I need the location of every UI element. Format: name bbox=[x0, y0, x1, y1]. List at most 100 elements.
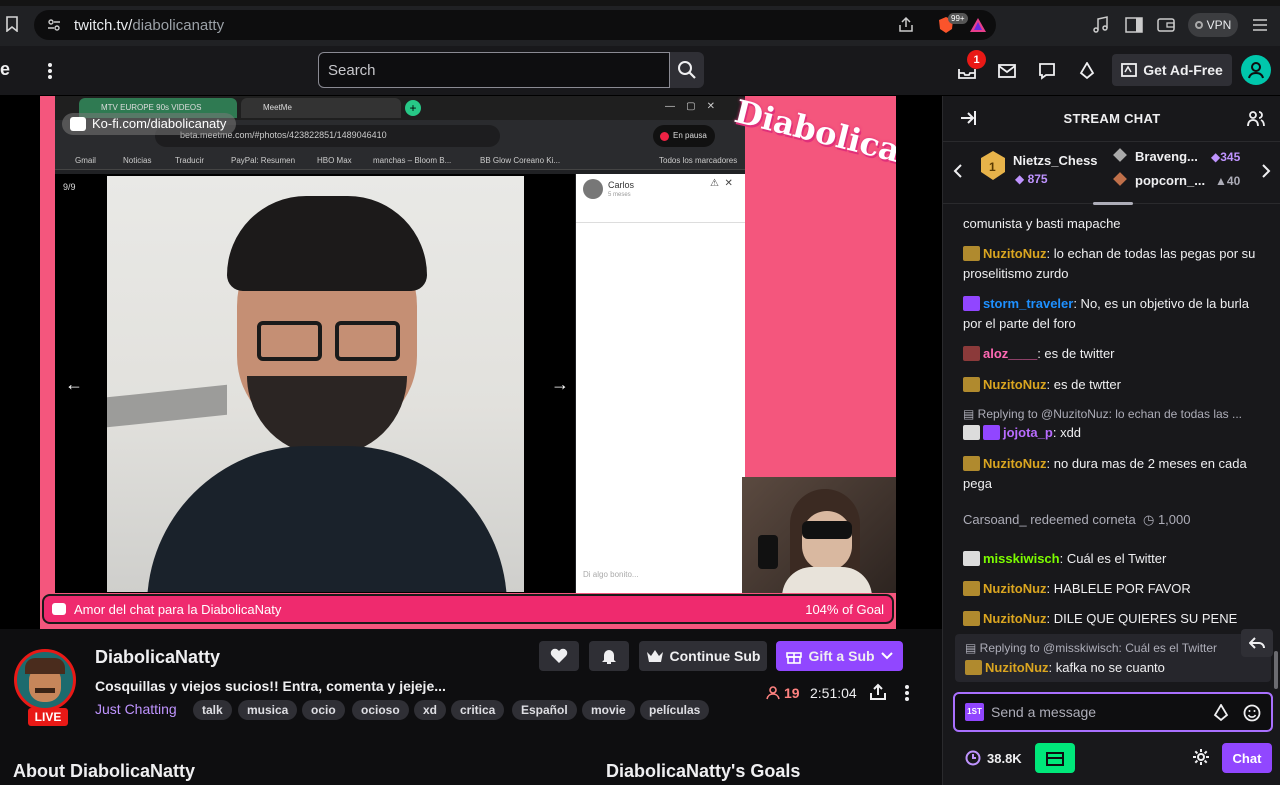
channel-points-balance[interactable]: 38.8K bbox=[965, 750, 1022, 766]
leaderboard-name-1[interactable]: Nietzs_Chess bbox=[1013, 153, 1098, 168]
search-button[interactable] bbox=[670, 52, 704, 88]
kofi-cup-icon bbox=[70, 117, 86, 131]
chat-message: jojota_p: xdd bbox=[963, 423, 1263, 443]
wallet-icon[interactable] bbox=[1154, 13, 1178, 37]
bell-icon bbox=[602, 650, 616, 664]
site-settings-icon[interactable] bbox=[42, 13, 66, 37]
bits-leaderboard: 1 Nietzs_Chess ◆ 875 Braveng... ◆345 pop… bbox=[943, 142, 1280, 205]
webcam-feed bbox=[742, 477, 896, 593]
address-bar[interactable]: twitch.tv/diabolicanatty 99+ bbox=[34, 10, 996, 40]
tag[interactable]: ocioso bbox=[352, 700, 409, 720]
captured-tab-meetme: MeetMe bbox=[241, 98, 401, 118]
tag[interactable]: Español bbox=[512, 700, 577, 720]
chat-title: STREAM CHAT bbox=[1063, 111, 1161, 126]
bits-icon[interactable] bbox=[1213, 704, 1229, 722]
leaderboard-name-3[interactable]: popcorn_... bbox=[1135, 173, 1205, 188]
vpn-button[interactable]: VPN bbox=[1188, 13, 1238, 37]
user-avatar[interactable] bbox=[1241, 55, 1271, 85]
more-options-icon[interactable] bbox=[904, 684, 910, 702]
gift-box-icon bbox=[1046, 752, 1064, 766]
rank-1-medal-icon: 1 bbox=[979, 150, 1007, 182]
goal-heart-icon bbox=[52, 603, 66, 615]
rank-2-medal-icon bbox=[1113, 148, 1127, 162]
claim-bonus-button[interactable] bbox=[1035, 743, 1075, 773]
menu-icon[interactable] bbox=[1248, 13, 1272, 37]
pinned-reply-body: NuzitoNuz: kafka no se cuanto bbox=[965, 660, 1165, 675]
leaderboard-next-icon[interactable] bbox=[1261, 164, 1271, 178]
share-stream-icon[interactable] bbox=[869, 683, 887, 701]
leaderboard-prev-icon[interactable] bbox=[953, 164, 963, 178]
url-text: twitch.tv/diabolicanatty bbox=[74, 17, 225, 34]
category-link[interactable]: Just Chatting bbox=[95, 701, 177, 717]
sidebar-toggle-icon[interactable] bbox=[1122, 13, 1146, 37]
tag[interactable]: películas bbox=[640, 700, 710, 720]
goal-progress-bar: Amor del chat para la DiabolicaNaty 104%… bbox=[42, 594, 894, 624]
emote-picker-icon[interactable] bbox=[1243, 704, 1261, 722]
bookmark-icon[interactable] bbox=[0, 12, 24, 36]
chat-message-input[interactable] bbox=[991, 702, 1211, 722]
chat-send-button[interactable]: Chat bbox=[1222, 743, 1272, 773]
channel-points-icon: ◷ bbox=[1142, 512, 1155, 527]
tag[interactable]: critica bbox=[451, 700, 505, 720]
pinned-reply-message[interactable]: ▤ Replying to @misskiwisch: Cuál es el T… bbox=[955, 634, 1271, 682]
tag[interactable]: movie bbox=[582, 700, 635, 720]
user-badge-icon bbox=[963, 346, 980, 361]
captured-bookmarks-bar: Gmail Noticias Traducir PayPal: Resumen … bbox=[55, 152, 745, 170]
brave-badge: 99+ bbox=[948, 13, 968, 24]
user-badge-icon bbox=[965, 660, 982, 675]
chat-message-list: comunista y basti mapache NuzitoNuz: lo … bbox=[943, 206, 1280, 636]
chat-scrollbar[interactable] bbox=[1274, 651, 1278, 689]
channel-name[interactable]: DiabolicaNatty bbox=[95, 647, 220, 668]
whispers-mail-icon[interactable] bbox=[994, 58, 1020, 84]
tag[interactable]: xd bbox=[414, 700, 447, 720]
tag[interactable]: musica bbox=[238, 700, 298, 720]
rank-3-medal-icon bbox=[1113, 172, 1127, 186]
reply-icon: ▤ bbox=[965, 641, 980, 655]
community-icon[interactable] bbox=[1247, 110, 1265, 128]
photo-next-arrow-icon: → bbox=[551, 374, 569, 394]
video-player[interactable]: MTV EUROPE 90s VIDEOS MeetMe + — ▢ ✕ bet… bbox=[0, 96, 942, 629]
bits-icon[interactable] bbox=[1074, 58, 1100, 84]
vpn-label: VPN bbox=[1206, 18, 1232, 32]
captured-message-panel: Carlos 5 meses ⚠ ✕ Di algo bonito... bbox=[576, 174, 745, 593]
stream-chat: STREAM CHAT 1 Nietzs_Chess ◆ 875 Braveng… bbox=[942, 96, 1280, 785]
gift-icon bbox=[786, 652, 803, 664]
tag[interactable]: ocio bbox=[302, 700, 345, 720]
user-badge-icon bbox=[963, 581, 980, 596]
get-ad-free-button[interactable]: Get Ad-Free bbox=[1112, 54, 1232, 86]
chat-input-field[interactable]: 1ST bbox=[953, 692, 1273, 732]
media-icon[interactable] bbox=[1089, 13, 1113, 37]
chat-message: storm_traveler: No, es un objetivo de la… bbox=[963, 296, 1249, 331]
notifications-bell-button[interactable] bbox=[589, 641, 629, 671]
channel-points-icon bbox=[965, 750, 981, 766]
gift-a-sub-button[interactable]: Gift a Sub bbox=[776, 641, 903, 671]
chevron-down-icon bbox=[880, 652, 893, 660]
search-field[interactable] bbox=[318, 52, 670, 88]
reply-button[interactable] bbox=[1241, 629, 1273, 657]
chat-settings-icon[interactable] bbox=[1192, 748, 1210, 766]
kofi-overlay: Ko-fi.com/diabolicanaty bbox=[62, 113, 237, 135]
captured-contact-avatar bbox=[583, 179, 603, 199]
captured-contact-sub: 5 meses bbox=[608, 192, 631, 198]
follow-button[interactable] bbox=[539, 641, 579, 671]
continue-sub-button[interactable]: Continue Sub bbox=[639, 641, 767, 671]
viewer-count: 19 bbox=[766, 685, 800, 701]
user-badge-icon bbox=[963, 425, 980, 440]
reply-context[interactable]: ▤ Replying to @NuzitoNuz: lo echan de to… bbox=[963, 404, 1263, 424]
brave-rewards-icon[interactable] bbox=[966, 13, 990, 37]
notification-badge: 1 bbox=[967, 50, 986, 69]
captured-new-tab-icon: + bbox=[405, 100, 421, 116]
browse-link-fragment[interactable]: e bbox=[0, 59, 10, 80]
share-icon[interactable] bbox=[894, 13, 918, 37]
sub-badge-icon bbox=[983, 425, 1000, 440]
photo-counter: 9/9 bbox=[63, 182, 76, 192]
more-options-icon[interactable] bbox=[37, 58, 63, 84]
tag[interactable]: talk bbox=[193, 700, 232, 720]
search-input[interactable] bbox=[319, 53, 669, 87]
profile-photo bbox=[107, 176, 524, 592]
channel-avatar[interactable] bbox=[14, 649, 76, 711]
leaderboard-name-2[interactable]: Braveng... bbox=[1135, 149, 1198, 164]
leaderboard-drag-handle[interactable] bbox=[1093, 202, 1133, 205]
stream-title: Cosquillas y viejos sucios!! Entra, come… bbox=[95, 678, 446, 694]
whispers-chat-icon[interactable] bbox=[1034, 58, 1060, 84]
